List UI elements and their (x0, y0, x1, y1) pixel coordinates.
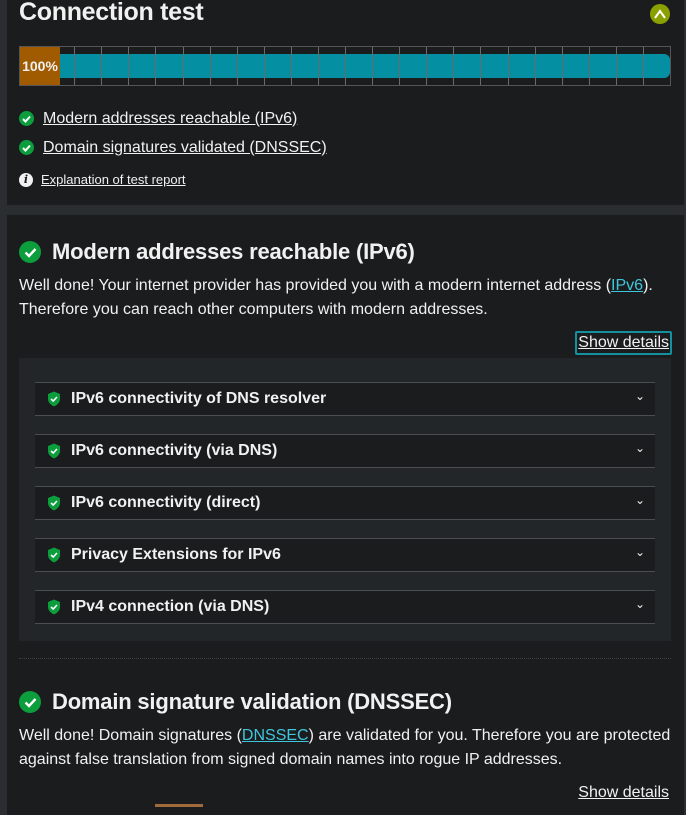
check-circle-icon (19, 241, 41, 263)
dnssec-link[interactable]: DNSSEC (242, 727, 309, 744)
progress-tick (155, 47, 157, 85)
detail-item[interactable]: Privacy Extensions for IPv6 ⌄ (35, 538, 655, 572)
progress-tick (101, 47, 103, 85)
section-heading-dnssec: Domain signature validation (DNSSEC) (19, 689, 452, 715)
summary-item: Domain signatures validated (DNSSEC) (19, 133, 327, 162)
section-title: Modern addresses reachable (IPv6) (52, 239, 415, 264)
page-title: Connection test (19, 0, 204, 26)
section-description: Well done! Your internet provider has pr… (19, 274, 679, 322)
section-divider (19, 658, 671, 659)
description-text: Well done! Your internet provider has pr… (19, 277, 612, 294)
explanation-row: i Explanation of test report (19, 172, 186, 187)
progress-tick (317, 47, 319, 85)
connection-test-panel: Connection test 100% Modern addresses re… (7, 0, 684, 205)
section-title: Domain signature validation (DNSSEC) (52, 689, 452, 714)
chevron-down-icon[interactable]: ⌄ (635, 545, 645, 559)
progress-tick (426, 47, 428, 85)
detail-item[interactable]: IPv6 connectivity (direct) ⌄ (35, 486, 655, 520)
shield-check-icon (47, 443, 61, 459)
detail-label: IPv4 connection (via DNS) (71, 598, 270, 615)
results-panel: Modern addresses reachable (IPv6) Well d… (7, 215, 684, 815)
progress-label: 100% (20, 47, 60, 85)
progress-tick (642, 47, 644, 85)
summary-link-dnssec[interactable]: Domain signatures validated (DNSSEC) (43, 139, 327, 157)
progress-tick (345, 47, 346, 85)
progress-tick (290, 47, 292, 85)
section-description: Well done! Domain signatures (DNSSEC) ar… (19, 724, 679, 772)
progress-tick (74, 47, 76, 85)
detail-label: IPv6 connectivity (direct) (71, 494, 261, 511)
progress-tick (561, 47, 563, 85)
chevron-down-icon[interactable]: ⌄ (635, 441, 645, 455)
shield-check-icon (47, 599, 61, 615)
progress-tick (372, 47, 374, 85)
progress-tick (128, 47, 130, 85)
section-heading-ipv6: Modern addresses reachable (IPv6) (19, 239, 415, 265)
shield-check-icon (47, 495, 61, 511)
progress-tick (480, 47, 482, 85)
summary-item: Modern addresses reachable (IPv6) (19, 104, 327, 133)
progress-tick (534, 47, 536, 85)
summary-list: Modern addresses reachable (IPv6) Domain… (19, 104, 327, 162)
progress-tick (209, 47, 211, 85)
ipv6-link[interactable]: IPv6 (611, 277, 643, 294)
collapse-up-icon[interactable] (650, 4, 670, 24)
progress-tick (263, 47, 265, 85)
progress-bar: 100% (19, 46, 671, 86)
check-circle-icon (19, 111, 34, 126)
detail-item[interactable]: IPv4 connection (via DNS) ⌄ (35, 590, 655, 624)
show-details-button[interactable]: Show details (575, 781, 672, 805)
check-circle-icon (19, 140, 34, 155)
progress-tick (453, 47, 455, 85)
progress-tick (182, 47, 184, 85)
progress-tick (507, 47, 509, 85)
progress-tick (236, 47, 238, 85)
explanation-link[interactable]: Explanation of test report (41, 172, 186, 187)
shield-check-icon (47, 547, 61, 563)
progress-ticks (20, 47, 670, 85)
chevron-down-icon[interactable]: ⌄ (635, 597, 645, 611)
check-circle-icon (19, 691, 41, 713)
chevron-down-icon[interactable]: ⌄ (635, 493, 645, 507)
show-details-button[interactable]: Show details (575, 331, 672, 355)
progress-tick (615, 47, 617, 85)
details-list: IPv6 connectivity of DNS resolver ⌄ IPv6… (19, 358, 671, 641)
detail-label: IPv6 connectivity of DNS resolver (71, 390, 327, 407)
description-text: Well done! Domain signatures ( (19, 727, 242, 744)
detail-item[interactable]: IPv6 connectivity (via DNS) ⌄ (35, 434, 655, 468)
summary-link-ipv6[interactable]: Modern addresses reachable (IPv6) (43, 110, 297, 128)
progress-tick (399, 47, 401, 85)
detail-item[interactable]: IPv6 connectivity of DNS resolver ⌄ (35, 382, 655, 416)
progress-tick (588, 47, 590, 85)
chevron-down-icon[interactable]: ⌄ (635, 389, 645, 403)
detail-label: IPv6 connectivity (via DNS) (71, 442, 278, 459)
detail-label: Privacy Extensions for IPv6 (71, 546, 281, 563)
shield-check-icon (47, 391, 61, 407)
info-icon: i (19, 172, 33, 187)
